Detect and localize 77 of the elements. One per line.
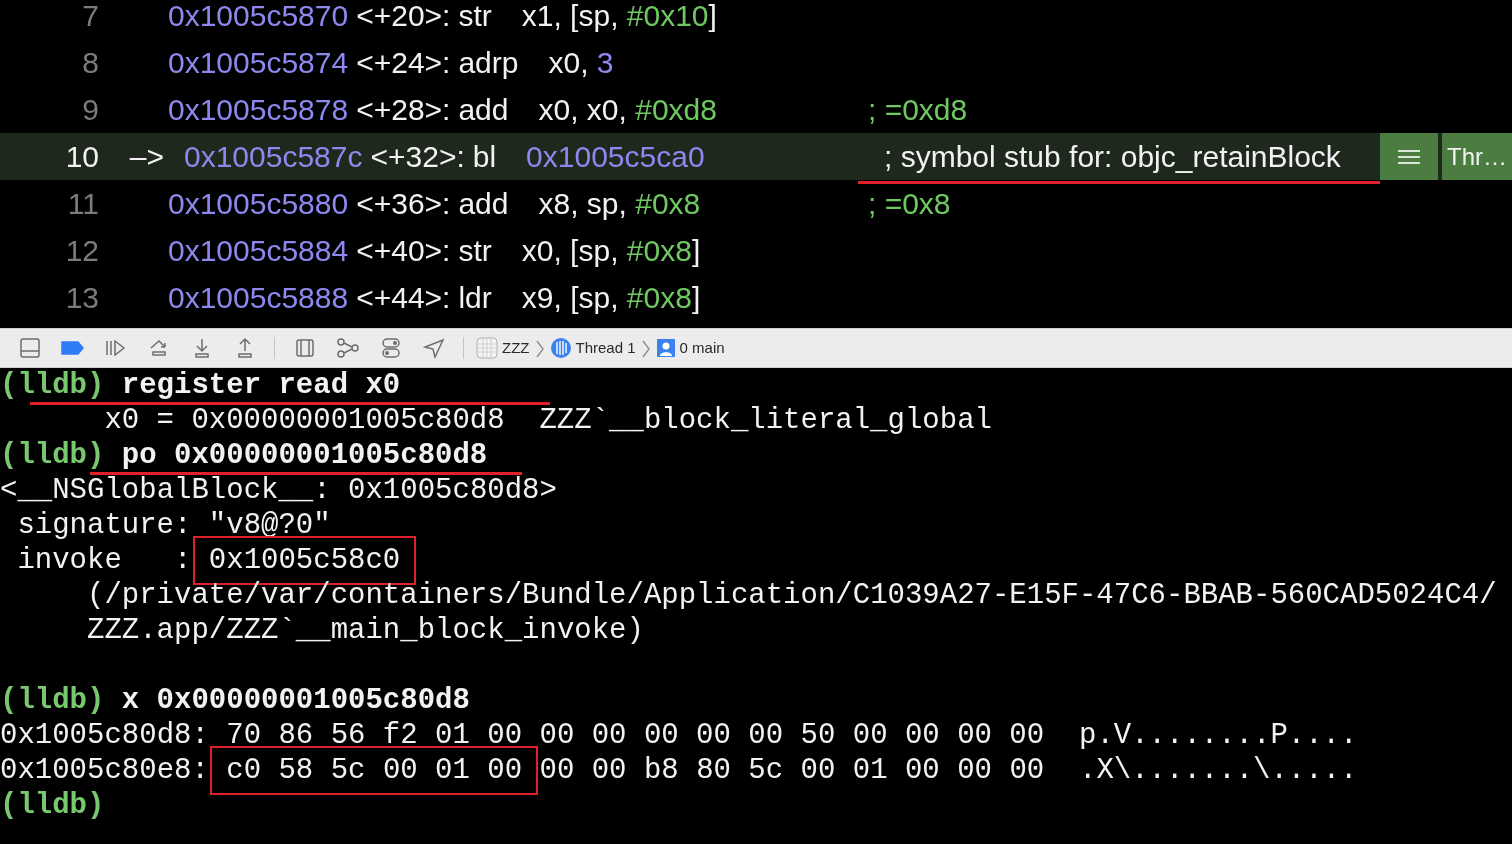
- highlighted-value: c0 58 5c 00 01 00: [210, 746, 539, 795]
- breadcrumb-item[interactable]: 0 main: [679, 336, 725, 360]
- console-output: <__NSGlobalBlock__: 0x1005c80d8>: [0, 474, 557, 507]
- operand-text: #0xd8: [635, 92, 717, 128]
- operand-text: 0x1005c5ca0: [526, 139, 705, 175]
- menu-button[interactable]: [1380, 133, 1438, 180]
- instruction-address: 0x1005c5880: [168, 186, 349, 222]
- instruction-mnemonic: str: [458, 0, 492, 34]
- lldb-prompt: (lldb): [0, 439, 105, 472]
- instruction-comment: ; =0xd8: [868, 92, 968, 128]
- operand-text: 3: [596, 45, 614, 81]
- operand-text: ]: [691, 280, 701, 316]
- instruction-address: 0x1005c5884: [168, 233, 349, 269]
- line-number: 8: [81, 45, 100, 81]
- lldb-command: register read x0: [121, 369, 401, 402]
- instruction-mnemonic: adrp: [458, 45, 519, 81]
- console-output: x0 = 0x00000001005c80d8 ZZZ`__block_literal_global: [104, 404, 992, 437]
- instruction-offset: <+32>:: [370, 139, 465, 175]
- operand-text: x0, [sp,: [521, 233, 620, 269]
- chevron-icon: [535, 338, 544, 359]
- lldb-command: x 0x00000001005c80d8: [121, 684, 470, 717]
- graph-icon: [335, 337, 360, 359]
- instruction-address: 0x1005c5870: [168, 0, 349, 34]
- thread-badge[interactable]: Thr…: [1442, 133, 1512, 180]
- operand-text: #0x8: [635, 186, 701, 222]
- lldb-prompt: (lldb): [0, 789, 105, 822]
- operand-text: x8, sp,: [538, 186, 628, 222]
- person-icon: [655, 338, 676, 358]
- operand-text: x9, [sp,: [521, 280, 620, 316]
- line-number: 9: [81, 92, 100, 128]
- instruction-offset: <+36>:: [356, 186, 451, 222]
- menu-icon: [1397, 148, 1421, 165]
- line-number: 10: [64, 139, 100, 175]
- instruction-comment: ; =0x8: [868, 186, 951, 222]
- operand-text: #0x10: [626, 0, 709, 34]
- instruction-offset: <+40>:: [356, 233, 451, 269]
- instruction-offset: <+44>:: [356, 280, 451, 316]
- console-output: ZZZ.app/ZZZ`__main_block_invoke): [87, 614, 644, 647]
- instruction-offset: <+20>:: [356, 0, 451, 34]
- pc-arrow: –>: [129, 139, 164, 175]
- instruction-mnemonic: ldr: [458, 280, 492, 316]
- lldb-prompt: (lldb): [0, 369, 105, 402]
- instruction-offset: <+28>:: [356, 92, 451, 128]
- location-icon: [421, 337, 446, 359]
- breadcrumb-item[interactable]: Thread 1: [575, 336, 636, 360]
- line-number: 13: [64, 280, 100, 316]
- line-number: 11: [66, 186, 100, 222]
- operand-text: #0x8: [626, 280, 692, 316]
- operand-text: x0,: [548, 45, 590, 81]
- console-output: 0x1005c80e8:: [0, 754, 210, 787]
- operand-text: ]: [708, 0, 717, 34]
- instruction-mnemonic: bl: [472, 139, 497, 175]
- line-number: 7: [81, 0, 100, 34]
- lldb-prompt: (lldb): [0, 684, 105, 717]
- instruction-mnemonic: add: [458, 92, 509, 128]
- instruction-address: 0x1005c5874: [168, 45, 349, 81]
- instruction-mnemonic: str: [458, 233, 492, 269]
- operand-text: x0, x0,: [538, 92, 628, 128]
- console-output: 00 00 b8 80 5c 00 01 00 00 00 .X\.......\.....: [538, 754, 1358, 787]
- instruction-address: 0x1005c587c: [184, 139, 363, 175]
- continue-icon: [103, 337, 128, 359]
- thread-icon: [549, 337, 572, 359]
- app-icon: [476, 337, 498, 359]
- breadcrumb-item[interactable]: ZZZ: [502, 336, 530, 360]
- operand-text: ]: [691, 233, 701, 269]
- instruction-offset: <+24>:: [356, 45, 451, 81]
- chevron-icon: [641, 338, 650, 359]
- operand-text: x1, [sp,: [521, 0, 620, 34]
- instruction-address: 0x1005c5878: [168, 92, 349, 128]
- lldb-command: po 0x00000001005c80d8: [121, 439, 488, 472]
- line-number: 12: [64, 233, 100, 269]
- panel-icon: [17, 337, 42, 359]
- console-output: invoke :: [17, 544, 193, 577]
- instruction-address: 0x1005c5888: [168, 280, 349, 316]
- operand-text: #0x8: [626, 233, 692, 269]
- instruction-mnemonic: add: [458, 186, 509, 222]
- instruction-comment: ; symbol stub for: objc_retainBlock: [884, 139, 1341, 175]
